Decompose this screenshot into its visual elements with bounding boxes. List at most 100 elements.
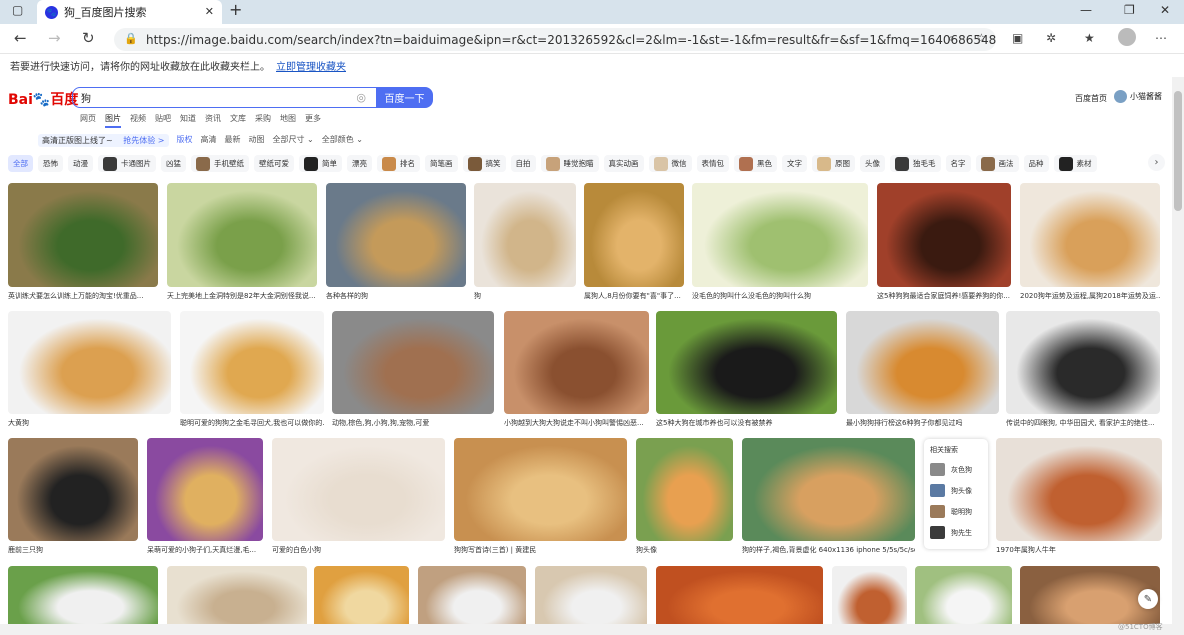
minimize-icon[interactable]: — (1080, 3, 1092, 17)
tag-chip[interactable]: 全部 (8, 155, 33, 172)
dog-image[interactable] (326, 183, 466, 287)
image-caption[interactable]: 最小狗狗排行榜这6种狗子你都见过吗 (846, 418, 999, 428)
dog-image[interactable] (454, 438, 627, 541)
dog-image[interactable] (332, 311, 494, 414)
more-menu-icon[interactable]: ⋯ (1155, 31, 1167, 45)
image-caption[interactable]: 传说中的四眼狗, 中华田园犬, 看家护主的绝佳... (1006, 418, 1160, 428)
dog-image[interactable] (180, 311, 324, 414)
dog-image[interactable] (692, 183, 868, 287)
dog-image[interactable] (474, 183, 576, 287)
address-bar[interactable]: 🔒 https://image.baidu.com/search/index?t… (114, 28, 996, 51)
extensions-icon[interactable]: ✲ (1046, 31, 1056, 45)
tag-chip[interactable]: 名字 (945, 155, 971, 172)
dog-image[interactable] (656, 311, 837, 414)
tag-chip[interactable]: 文字 (782, 155, 807, 172)
image-caption[interactable]: 呆萌可爱的小狗子们,天真烂漫,毛... (147, 545, 263, 555)
tab-images[interactable]: 图片 (105, 113, 121, 128)
tab-video[interactable]: 视频 (130, 113, 146, 128)
image-caption[interactable]: 动物,棕色,狗,小狗,狗,宠物,可爱 (332, 418, 494, 428)
baidu-logo[interactable]: Bai🐾百度 (8, 89, 78, 109)
tag-chip[interactable]: 真实动画 (603, 155, 644, 172)
filter-hd[interactable]: 高清 (201, 134, 217, 147)
dog-image[interactable] (8, 438, 138, 541)
restore-icon[interactable]: ❐ (1124, 3, 1135, 17)
manage-favorites-link[interactable]: 立即管理收藏夹 (276, 58, 346, 73)
tag-chip[interactable]: 壁纸可爱 (254, 155, 294, 172)
tab-purchase[interactable]: 采购 (255, 113, 271, 128)
tab-web[interactable]: 网页 (80, 113, 96, 128)
tab-map[interactable]: 地图 (280, 113, 296, 128)
dog-image[interactable] (147, 438, 263, 541)
image-caption[interactable]: 可爱的白色小狗 (272, 545, 445, 555)
related-item[interactable]: 狗头像 (930, 484, 982, 497)
tab-close-icon[interactable]: ✕ (205, 5, 214, 18)
tag-chip[interactable]: 凶猛 (161, 155, 186, 172)
tag-chip[interactable]: 原图 (812, 155, 855, 172)
image-caption[interactable]: 2020狗年运势及运程,属狗2018年运势及运... (1020, 291, 1160, 301)
tab-news[interactable]: 资讯 (205, 113, 221, 128)
tag-next-icon[interactable]: › (1148, 154, 1165, 171)
tag-chip[interactable]: 品种 (1023, 155, 1049, 172)
tab-zhidao[interactable]: 知道 (180, 113, 196, 128)
favorites-icon[interactable]: ★ (1084, 31, 1095, 45)
dog-image[interactable] (996, 438, 1162, 541)
image-caption[interactable]: 1970年属狗人牛年 (996, 545, 1162, 555)
filter-color[interactable]: 全部颜色 ⌄ (322, 134, 363, 147)
tag-chip[interactable]: 黑色 (734, 155, 777, 172)
dog-image[interactable] (167, 183, 317, 287)
image-caption[interactable]: 天上完美地上金洞特别是82年大金洞别怪我说... (167, 291, 317, 301)
image-caption[interactable]: 狗狗写首诗(三首) | 黄建民 (454, 545, 627, 555)
image-caption[interactable]: 这5种狗狗最适合家庭饲养!感要养狗的你... (877, 291, 1011, 301)
dog-image[interactable] (742, 438, 915, 541)
tag-chip[interactable]: 微信 (648, 155, 692, 172)
tag-chip[interactable]: 卡通图片 (98, 155, 156, 172)
tag-chip[interactable]: 恐怖 (38, 155, 63, 172)
image-caption[interactable]: 狗的样子,褐色,背景虚化 640x1136 iphone 5/5s/5c/se (742, 545, 915, 555)
image-caption[interactable]: 鹿前三只狗 (8, 545, 138, 555)
dog-image[interactable] (272, 438, 445, 541)
filter-size[interactable]: 全部尺寸 ⌄ (273, 134, 314, 147)
tag-chip[interactable]: 手机壁纸 (191, 155, 249, 172)
related-item[interactable]: 灰色狗 (930, 463, 982, 476)
window-close-icon[interactable]: ✕ (1160, 3, 1170, 17)
profile-avatar[interactable] (1118, 28, 1136, 46)
tab-actions-icon[interactable]: ▢ (12, 3, 23, 17)
related-item[interactable]: 聪明狗 (930, 505, 982, 518)
image-caption[interactable]: 聪明可爱的狗狗之金毛寻回犬,我也可以做你的... (180, 418, 324, 428)
dog-image[interactable] (504, 311, 649, 414)
tag-chip[interactable]: 睡觉抱瞄 (540, 155, 599, 172)
dog-image[interactable] (8, 311, 171, 414)
tag-chip[interactable]: 独毛毛 (890, 155, 941, 172)
edit-pen-icon[interactable]: ✎ (1138, 589, 1158, 609)
hd-promo-link[interactable]: 抢先体验 > (123, 136, 164, 145)
tag-chip[interactable]: 漂亮 (347, 155, 372, 172)
forward-icon[interactable]: → (48, 29, 61, 47)
dog-image[interactable] (584, 183, 684, 287)
image-caption[interactable]: 这5种大狗在城市养也可以没有被禁养 (656, 418, 837, 428)
search-button[interactable]: 百度一下 (376, 87, 433, 108)
tab-tieba[interactable]: 贴吧 (155, 113, 171, 128)
tag-chip[interactable]: 简单 (299, 155, 342, 172)
image-caption[interactable]: 各种各样的狗 (326, 291, 466, 301)
image-caption[interactable]: 大黄狗 (8, 418, 171, 428)
tag-chip[interactable]: 头像 (860, 155, 885, 172)
image-caption[interactable]: 狗头像 (636, 545, 733, 555)
image-caption[interactable]: 属狗人,8月份你要有"喜"事了... (584, 291, 684, 301)
baidu-home-link[interactable]: 百度首页 (1075, 93, 1107, 104)
dog-image[interactable] (846, 311, 999, 414)
scroll-thumb[interactable] (1174, 91, 1182, 211)
user-menu[interactable]: 小猫酱酱 (1114, 90, 1162, 103)
horizontal-scrollbar[interactable] (0, 624, 1172, 635)
favorite-star-icon[interactable]: ☆ (976, 31, 987, 45)
dog-image[interactable] (1020, 183, 1160, 287)
tag-chip[interactable]: 自拍 (510, 155, 536, 172)
collections-icon[interactable]: ▣ (1012, 31, 1023, 45)
zoom-icon[interactable]: ⌕ (948, 31, 955, 46)
image-caption[interactable]: 小狗越到大狗大狗说走不叫小狗叫警惕凶恶... (504, 418, 649, 428)
dog-image[interactable] (636, 438, 733, 541)
image-caption[interactable]: 英训练犬要怎么训练上万能的淘宝!优重品... (8, 291, 158, 301)
tag-chip[interactable]: 表情包 (696, 155, 729, 172)
tag-chip[interactable]: 动漫 (68, 155, 93, 172)
dog-image[interactable] (8, 183, 158, 287)
vertical-scrollbar[interactable] (1172, 77, 1184, 635)
